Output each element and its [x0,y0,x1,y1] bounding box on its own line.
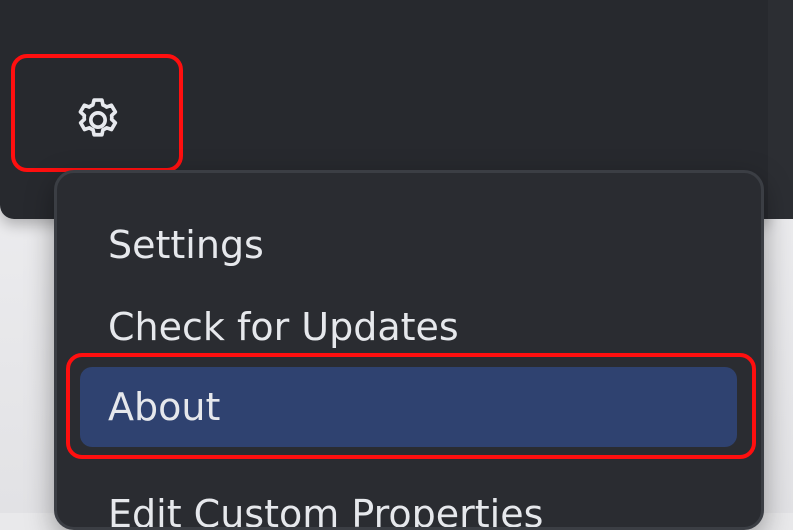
menu-item-edit-custom-properties[interactable]: Edit Custom Properties [57,476,761,527]
gear-icon[interactable] [72,94,124,146]
window-edge [768,0,793,219]
settings-dropdown-menu: Settings Check for Updates About Edit Cu… [54,170,764,530]
menu-item-check-for-updates[interactable]: Check for Updates [57,289,761,365]
menu-item-settings[interactable]: Settings [57,207,761,283]
menu-item-about[interactable]: About [80,367,737,447]
